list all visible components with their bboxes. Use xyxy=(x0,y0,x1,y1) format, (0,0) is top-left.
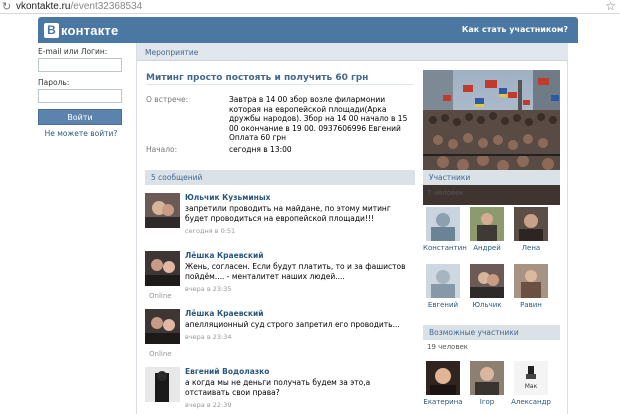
browser-address-bar: ↻ vkontakte.ru/event32368534 ☆ xyxy=(0,0,620,14)
vk-logo[interactable]: В контакте xyxy=(44,22,118,38)
divider xyxy=(146,84,413,85)
member-name[interactable]: Александр xyxy=(511,398,551,406)
member-name[interactable]: Евгений xyxy=(423,301,463,309)
avatar xyxy=(514,207,548,241)
forgot-password-link[interactable]: Не можете войти? xyxy=(38,129,124,138)
avatar xyxy=(426,264,460,298)
password-label: Пароль: xyxy=(38,78,70,87)
main-content: Мероприятие Митинг просто постоять и пол… xyxy=(136,43,568,414)
member-name[interactable]: Лена xyxy=(511,244,551,252)
meet-text: Завтра в 14 00 збор возле филармонии кот… xyxy=(229,95,408,142)
avatar[interactable] xyxy=(145,367,180,402)
breadcrumb-event[interactable]: Мероприятие xyxy=(145,48,198,57)
wall-header[interactable]: 5 сообщений xyxy=(145,170,415,185)
maybe-card[interactable]: Ігор xyxy=(467,361,507,406)
maybe-header[interactable]: Возможные участники xyxy=(423,325,560,340)
login-button[interactable]: Войти xyxy=(38,109,122,125)
maybe-card[interactable]: Екатерина xyxy=(423,361,463,406)
post-author[interactable]: Евгений Водолазко xyxy=(185,367,269,376)
post-author[interactable]: Лёшка Краевский xyxy=(185,309,263,318)
how-to-join-link[interactable]: Как стать участником? xyxy=(462,25,568,34)
post-author[interactable]: Лёшка Краевский xyxy=(185,251,263,260)
site-header: В контакте Как стать участником? xyxy=(38,17,578,43)
refresh-icon[interactable]: ↻ xyxy=(2,0,14,13)
post-time: вчера в 22:39 xyxy=(185,401,232,409)
login-panel: E-mail или Логин: Пароль: Войти Не может… xyxy=(38,47,124,138)
avatar xyxy=(426,361,460,395)
avatar xyxy=(514,264,548,298)
avatar xyxy=(470,207,504,241)
members-header[interactable]: Участники xyxy=(423,170,560,185)
member-name[interactable]: Андрей xyxy=(467,244,507,252)
members-count: 7 человек xyxy=(427,189,464,197)
maybe-count: 19 человек xyxy=(427,343,468,351)
avatar xyxy=(470,264,504,298)
post-text: Жень, согласен. Если будут платить, то и… xyxy=(185,262,406,281)
email-label: E-mail или Логин: xyxy=(38,47,108,56)
member-name[interactable]: Равин xyxy=(511,301,551,309)
wall-post: Online Лёшка Краевский Жень, согласен. Е… xyxy=(145,251,415,309)
wall-post: Online Лёшка Краевский апелляционный суд… xyxy=(145,309,415,367)
avatar xyxy=(470,361,504,395)
avatar xyxy=(426,207,460,241)
password-input[interactable] xyxy=(38,89,122,103)
avatar[interactable] xyxy=(145,309,180,344)
post-text: апелляционный суд строго запретил его пр… xyxy=(185,320,400,329)
post-time: вчера в 23:34 xyxy=(185,333,232,341)
avatar[interactable] xyxy=(145,251,180,286)
post-text: а когда мы не деньги получать будем за э… xyxy=(185,378,371,397)
avatar[interactable] xyxy=(145,193,180,228)
meet-label: О встрече: xyxy=(146,95,189,104)
avatar-caption: Мак xyxy=(524,383,538,390)
member-card[interactable]: Равин xyxy=(511,264,551,309)
member-card[interactable]: Андрей xyxy=(467,207,507,252)
start-text: сегодня в 13:00 xyxy=(229,145,292,154)
bookmark-star-icon[interactable]: ☆ xyxy=(605,0,616,13)
member-card[interactable]: Евгений xyxy=(423,264,463,309)
post-author[interactable]: Юльчик Кузьминых xyxy=(185,193,270,202)
maybe-card[interactable]: Мак Александр xyxy=(511,361,551,406)
member-name[interactable]: Ігор xyxy=(467,398,507,406)
avatar: Мак xyxy=(514,361,548,395)
url-field[interactable]: vkontakte.ru/event32368534 xyxy=(16,0,142,13)
member-card[interactable]: Юльчик xyxy=(467,264,507,309)
member-card[interactable]: Константин xyxy=(423,207,467,252)
post-time: вчера в 23:35 xyxy=(185,285,232,293)
member-name[interactable]: Екатерина xyxy=(423,398,463,406)
online-status: Online xyxy=(149,350,172,358)
online-status: Online xyxy=(149,292,172,300)
member-card[interactable]: Лена xyxy=(511,207,551,252)
post-time: сегодня в 0:51 xyxy=(185,227,236,235)
post-text: запретили проводить на майдане, по этому… xyxy=(185,204,391,223)
event-title: Митинг просто постоять и получить 60 грн xyxy=(146,73,369,83)
breadcrumb: Мероприятие xyxy=(137,43,568,61)
start-label: Начало: xyxy=(146,145,178,154)
wall-post: Юльчик Кузьминых запретили проводить на … xyxy=(145,193,415,251)
wall-post: Евгений Водолазко а когда мы не деньги п… xyxy=(145,367,415,414)
member-name[interactable]: Константин xyxy=(423,244,467,252)
member-name[interactable]: Юльчик xyxy=(467,301,507,309)
email-input[interactable] xyxy=(38,58,122,72)
